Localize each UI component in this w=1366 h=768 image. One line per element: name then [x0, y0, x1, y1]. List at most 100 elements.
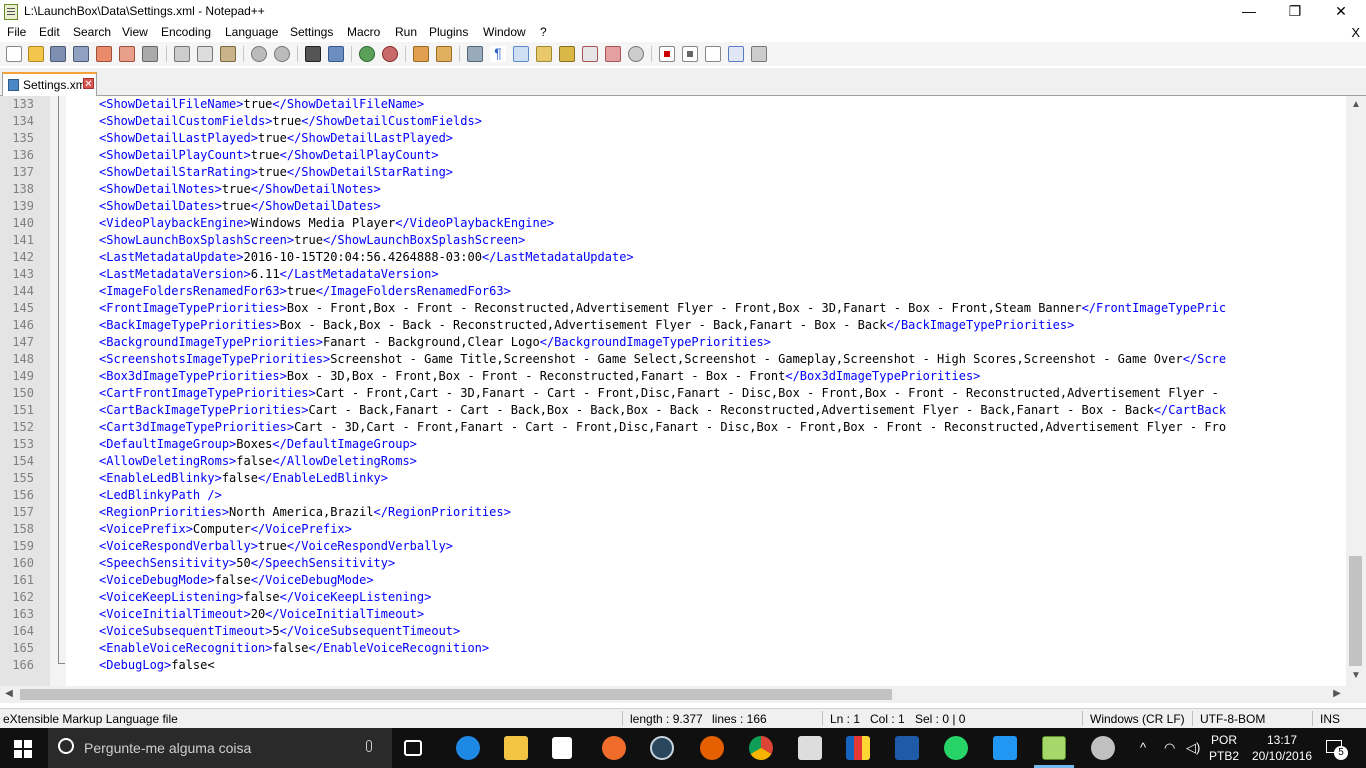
- code-line[interactable]: 157 <RegionPriorities>North America,Brazi…: [0, 504, 1346, 521]
- menu-window[interactable]: Window: [483, 25, 526, 39]
- origin-icon[interactable]: [602, 736, 626, 760]
- firefox-icon[interactable]: [700, 736, 724, 760]
- play-macro-icon[interactable]: [705, 46, 721, 62]
- paste-icon[interactable]: [220, 46, 236, 62]
- code-line[interactable]: 144 <ImageFoldersRenamedFor63>true</Image…: [0, 283, 1346, 300]
- word-wrap-icon[interactable]: [467, 46, 483, 62]
- menu-language[interactable]: Language: [225, 25, 278, 39]
- chrome-icon[interactable]: [749, 736, 773, 760]
- launchbox-icon[interactable]: [1091, 736, 1115, 760]
- code-line[interactable]: 133 <ShowDetailFileName>true</ShowDetailF…: [0, 96, 1346, 113]
- tab-close-icon[interactable]: ✕: [83, 78, 94, 90]
- cortana-search-box[interactable]: Pergunte-me alguma coisa: [48, 728, 392, 768]
- indent-guide-icon[interactable]: [513, 46, 529, 62]
- monitoring-icon[interactable]: [628, 46, 644, 62]
- network-icon[interactable]: ◠: [1164, 740, 1175, 756]
- close-all-icon[interactable]: [119, 46, 135, 62]
- code-line[interactable]: 153 <DefaultImageGroup>Boxes</DefaultImag…: [0, 436, 1346, 453]
- microphone-icon[interactable]: [366, 740, 372, 752]
- menu-edit[interactable]: Edit: [39, 25, 60, 39]
- menu-run[interactable]: Run: [395, 25, 417, 39]
- code-line[interactable]: 136 <ShowDetailPlayCount>true</ShowDetail…: [0, 147, 1346, 164]
- code-line[interactable]: 166 <DebugLog>false<: [0, 657, 1346, 674]
- copy-icon[interactable]: [197, 46, 213, 62]
- vertical-scrollbar[interactable]: ▲ ▼: [1346, 96, 1366, 686]
- scroll-left-icon[interactable]: ◀: [2, 687, 16, 701]
- undo-icon[interactable]: [251, 46, 267, 62]
- system-clock[interactable]: 13:17 20/10/2016: [1252, 732, 1312, 764]
- new-file-icon[interactable]: [6, 46, 22, 62]
- minimize-button[interactable]: —: [1226, 0, 1272, 24]
- code-line[interactable]: 151 <CartBackImageTypePriorities>Cart - B…: [0, 402, 1346, 419]
- code-line[interactable]: 162 <VoiceKeepListening>false</VoiceKeepL…: [0, 589, 1346, 606]
- tab-settings-xml[interactable]: Settings.xml ✕: [2, 72, 97, 96]
- code-line[interactable]: 159 <VoiceRespondVerbally>true</VoiceResp…: [0, 538, 1346, 555]
- horizontal-scrollbar[interactable]: ◀ ▶: [0, 686, 1346, 703]
- calculator-icon[interactable]: [798, 736, 822, 760]
- menu-search[interactable]: Search: [73, 25, 111, 39]
- save-macro-icon[interactable]: [751, 46, 767, 62]
- open-file-icon[interactable]: [28, 46, 44, 62]
- close-document-button[interactable]: X: [1351, 25, 1360, 40]
- code-line[interactable]: 160 <SpeechSensitivity>50</SpeechSensitiv…: [0, 555, 1346, 572]
- menu-help[interactable]: ?: [540, 25, 547, 39]
- redo-icon[interactable]: [274, 46, 290, 62]
- windows-start-icon[interactable]: [14, 740, 32, 758]
- code-line[interactable]: 145 <FrontImageTypePriorities>Box - Front…: [0, 300, 1346, 317]
- record-macro-icon[interactable]: [659, 46, 675, 62]
- store-icon[interactable]: [552, 737, 572, 759]
- function-list-icon[interactable]: [582, 46, 598, 62]
- save-all-icon[interactable]: [73, 46, 89, 62]
- scroll-right-icon[interactable]: ▶: [1330, 687, 1344, 701]
- code-line[interactable]: 164 <VoiceSubsequentTimeout>5</VoiceSubse…: [0, 623, 1346, 640]
- play-macro-multiple-icon[interactable]: [728, 46, 744, 62]
- code-line[interactable]: 149 <Box3dImageTypePriorities>Box - 3D,Bo…: [0, 368, 1346, 385]
- code-line[interactable]: 156 <LedBlinkyPath />: [0, 487, 1346, 504]
- print-icon[interactable]: [142, 46, 158, 62]
- messaging-app-icon[interactable]: [993, 736, 1017, 760]
- file-explorer-icon[interactable]: [504, 736, 528, 760]
- menu-macro[interactable]: Macro: [347, 25, 380, 39]
- code-line[interactable]: 137 <ShowDetailStarRating>true</ShowDetai…: [0, 164, 1346, 181]
- whatsapp-icon[interactable]: [944, 736, 968, 760]
- user-defined-language-icon[interactable]: [536, 46, 552, 62]
- close-file-icon[interactable]: [96, 46, 112, 62]
- steam-icon[interactable]: [650, 736, 674, 760]
- task-view-icon[interactable]: [404, 740, 422, 756]
- document-map-icon[interactable]: [559, 46, 575, 62]
- code-line[interactable]: 142 <LastMetadataUpdate>2016-10-15T20:04:…: [0, 249, 1346, 266]
- code-line[interactable]: 134 <ShowDetailCustomFields>true</ShowDet…: [0, 113, 1346, 130]
- show-all-characters-icon[interactable]: ¶: [490, 46, 506, 62]
- colorful-app-icon[interactable]: [846, 736, 870, 760]
- code-line[interactable]: 163 <VoiceInitialTimeout>20</VoiceInitial…: [0, 606, 1346, 623]
- stop-macro-icon[interactable]: [682, 46, 698, 62]
- language-indicator[interactable]: POR PTB2: [1206, 732, 1242, 764]
- menu-view[interactable]: View: [122, 25, 148, 39]
- replace-icon[interactable]: [328, 46, 344, 62]
- menu-settings[interactable]: Settings: [290, 25, 333, 39]
- sync-horizontal-icon[interactable]: [436, 46, 452, 62]
- editor-area[interactable]: 133 <ShowDetailFileName>true</ShowDetailF…: [0, 96, 1346, 686]
- code-line[interactable]: 138 <ShowDetailNotes>true</ShowDetailNote…: [0, 181, 1346, 198]
- code-line[interactable]: 135 <ShowDetailLastPlayed>true</ShowDetai…: [0, 130, 1346, 147]
- code-line[interactable]: 165 <EnableVoiceRecognition>false</Enable…: [0, 640, 1346, 657]
- code-line[interactable]: 143 <LastMetadataVersion>6.11</LastMetada…: [0, 266, 1346, 283]
- zoom-in-icon[interactable]: [359, 46, 375, 62]
- code-line[interactable]: 158 <VoicePrefix>Computer</VoicePrefix>: [0, 521, 1346, 538]
- volume-icon[interactable]: ◁): [1186, 740, 1200, 756]
- show-hidden-icons-icon[interactable]: ^: [1140, 740, 1146, 755]
- horizontal-scroll-thumb[interactable]: [20, 689, 892, 700]
- sync-vertical-icon[interactable]: [413, 46, 429, 62]
- notepadpp-taskbar-icon[interactable]: [1042, 736, 1066, 760]
- code-line[interactable]: 139 <ShowDetailDates>true</ShowDetailDate…: [0, 198, 1346, 215]
- remote-desktop-icon[interactable]: [895, 736, 919, 760]
- cut-icon[interactable]: [174, 46, 190, 62]
- code-line[interactable]: 146 <BackImageTypePriorities>Box - Back,B…: [0, 317, 1346, 334]
- code-line[interactable]: 161 <VoiceDebugMode>false</VoiceDebugMode…: [0, 572, 1346, 589]
- code-line[interactable]: 140 <VideoPlaybackEngine>Windows Media Pl…: [0, 215, 1346, 232]
- scroll-up-icon[interactable]: ▲: [1349, 98, 1363, 112]
- code-line[interactable]: 150 <CartFrontImageTypePriorities>Cart - …: [0, 385, 1346, 402]
- maximize-button[interactable]: ❐: [1272, 0, 1318, 24]
- menu-plugins[interactable]: Plugins: [429, 25, 468, 39]
- save-icon[interactable]: [50, 46, 66, 62]
